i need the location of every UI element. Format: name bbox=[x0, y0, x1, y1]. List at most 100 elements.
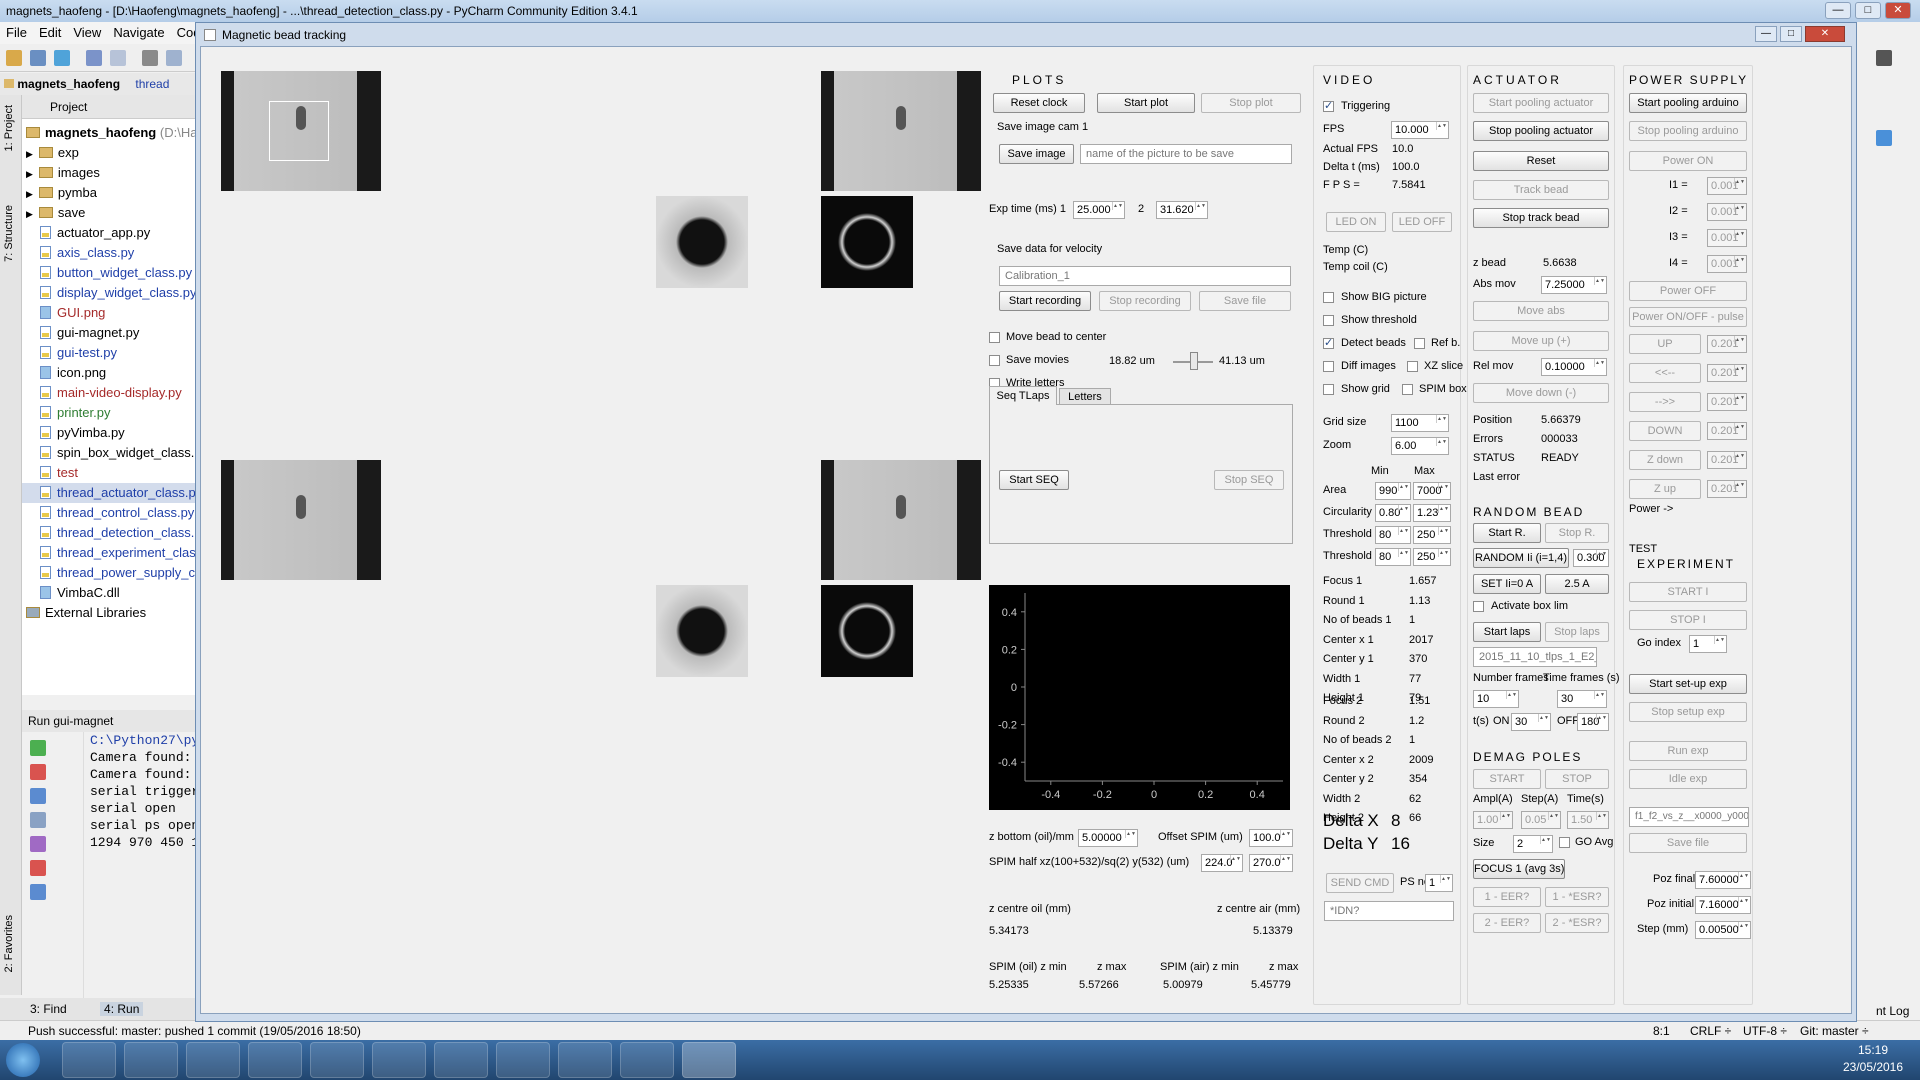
run-exp-button[interactable]: Run exp bbox=[1629, 741, 1747, 761]
move-button[interactable]: -->> bbox=[1629, 392, 1701, 412]
step-mm-spin[interactable]: 0.00500 bbox=[1695, 921, 1751, 939]
current-spin[interactable]: 0.001 bbox=[1707, 203, 1747, 221]
layout-icon[interactable] bbox=[30, 812, 46, 828]
time-frames-spin[interactable]: 30 bbox=[1557, 690, 1607, 708]
camera-1-view[interactable] bbox=[221, 71, 381, 191]
reset-clock-button[interactable]: Reset clock bbox=[993, 93, 1085, 113]
tree-file[interactable]: button_widget_class.py bbox=[40, 263, 192, 283]
detect-beads-checkbox[interactable] bbox=[1323, 336, 1334, 349]
save-movies-checkbox[interactable] bbox=[989, 355, 1000, 366]
idn-input[interactable]: *IDN? bbox=[1324, 901, 1454, 921]
go-index-spin[interactable]: 1 bbox=[1689, 635, 1727, 653]
python-app-icon[interactable] bbox=[682, 1042, 736, 1078]
tree-file[interactable]: thread_control_class.py bbox=[40, 503, 194, 523]
area-min-spin[interactable]: 990 bbox=[1375, 482, 1411, 500]
demag-start-button[interactable]: START bbox=[1473, 769, 1541, 789]
move-step-spin[interactable]: 0.201 bbox=[1707, 393, 1747, 411]
status-line-sep[interactable]: CRLF ÷ bbox=[1690, 1021, 1731, 1041]
run-config-name[interactable]: gui-magnet bbox=[53, 714, 113, 728]
abs-mov-spin[interactable]: 7.25000 bbox=[1541, 276, 1607, 294]
demag-stop-button[interactable]: STOP bbox=[1545, 769, 1609, 789]
move-button[interactable]: Z up bbox=[1629, 479, 1701, 499]
teamviewer-icon[interactable] bbox=[620, 1042, 674, 1078]
triggering-checkbox[interactable] bbox=[1323, 99, 1334, 112]
grid-size-spin[interactable]: 1100 bbox=[1391, 414, 1449, 432]
undo-icon[interactable] bbox=[86, 50, 102, 66]
circ-min-spin[interactable]: 0.80 bbox=[1375, 504, 1411, 522]
side-tab-project[interactable]: 1: Project bbox=[3, 105, 15, 151]
pause-icon[interactable] bbox=[30, 788, 46, 804]
tree-folder[interactable]: ▶ images bbox=[26, 163, 100, 183]
rerun-icon[interactable] bbox=[30, 740, 46, 756]
current-spin[interactable]: 0.001 bbox=[1707, 177, 1747, 195]
tree-external-libraries[interactable]: External Libraries bbox=[26, 603, 146, 623]
side-tab-structure[interactable]: 7: Structure bbox=[3, 205, 15, 262]
stop-track-bead-button[interactable]: Stop track bead bbox=[1473, 208, 1609, 228]
th2-max-spin[interactable]: 250 bbox=[1413, 548, 1451, 566]
start-pooling-actuator-button[interactable]: Start pooling actuator bbox=[1473, 93, 1609, 113]
spim-box-checkbox[interactable] bbox=[1402, 384, 1413, 395]
led-on-button[interactable]: LED ON bbox=[1326, 212, 1386, 232]
zoom-spin[interactable]: 6.00 bbox=[1391, 437, 1449, 455]
move-step-spin[interactable]: 0.201 bbox=[1707, 480, 1747, 498]
tree-file[interactable]: printer.py bbox=[40, 403, 110, 423]
calibration-input[interactable]: Calibration_1 bbox=[999, 266, 1291, 286]
stop-laps-button[interactable]: Stop laps bbox=[1545, 622, 1609, 642]
start-i-button[interactable]: START I bbox=[1629, 582, 1747, 602]
move-step-spin[interactable]: 0.201 bbox=[1707, 364, 1747, 382]
sync-icon[interactable] bbox=[54, 50, 70, 66]
tab-seq-tlaps[interactable]: Seq TLaps bbox=[989, 386, 1057, 405]
tree-file[interactable]: display_widget_class.py bbox=[40, 283, 196, 303]
exp-save-file-button[interactable]: Save file bbox=[1629, 833, 1747, 853]
tree-folder[interactable]: ▶ save bbox=[26, 203, 85, 223]
tree-file[interactable]: thread_experiment_class.py bbox=[40, 543, 220, 563]
menu-file[interactable]: File bbox=[6, 25, 27, 40]
ref-b-checkbox[interactable] bbox=[1414, 338, 1425, 349]
tree-file[interactable]: axis_class.py bbox=[40, 243, 134, 263]
open-folder-icon[interactable] bbox=[6, 50, 22, 66]
project-panel-title[interactable]: Project bbox=[50, 100, 87, 114]
poz-initial-spin[interactable]: 7.16000 bbox=[1695, 896, 1751, 914]
start-pooling-arduino-button[interactable]: Start pooling arduino bbox=[1629, 93, 1747, 113]
esr-1-button[interactable]: 1 - *ESR? bbox=[1545, 887, 1609, 907]
menu-edit[interactable]: Edit bbox=[39, 25, 61, 40]
help-icon[interactable] bbox=[30, 884, 46, 900]
calculator-icon[interactable] bbox=[496, 1042, 550, 1078]
chevron-right-icon[interactable]: ▶ bbox=[26, 149, 33, 159]
stop-r-button[interactable]: Stop R. bbox=[1545, 523, 1609, 543]
chevron-right-icon[interactable]: ▶ bbox=[26, 209, 33, 219]
tree-file[interactable]: icon.png bbox=[40, 363, 106, 383]
tree-file[interactable]: pyVimba.py bbox=[40, 423, 125, 443]
stop-recording-button[interactable]: Stop recording bbox=[1099, 291, 1191, 311]
exp-time-2-spin[interactable]: 31.620 bbox=[1156, 201, 1208, 219]
stop-pooling-arduino-button[interactable]: Stop pooling arduino bbox=[1629, 121, 1747, 141]
chevron-right-icon[interactable]: ▶ bbox=[26, 169, 33, 179]
off-spin[interactable]: 180 bbox=[1577, 713, 1609, 731]
chrome-icon[interactable] bbox=[310, 1042, 364, 1078]
show-big-checkbox[interactable] bbox=[1323, 292, 1334, 303]
tree-folder[interactable]: ▶ exp bbox=[26, 143, 79, 163]
app-minimize-icon[interactable]: — bbox=[1755, 26, 1777, 42]
tree-file[interactable]: GUI.png bbox=[40, 303, 105, 323]
close-run-icon[interactable] bbox=[30, 860, 46, 876]
save-file-button[interactable]: Save file bbox=[1199, 291, 1291, 311]
set-ii-zero-button[interactable]: SET Ii=0 A bbox=[1473, 574, 1541, 594]
reset-button[interactable]: Reset bbox=[1473, 151, 1609, 171]
nav-project[interactable]: magnets_haofeng bbox=[17, 77, 120, 91]
move-step-spin[interactable]: 0.201 bbox=[1707, 451, 1747, 469]
app-maximize-icon[interactable]: □ bbox=[1780, 26, 1802, 42]
move-step-spin[interactable]: 0.201 bbox=[1707, 335, 1747, 353]
stop-seq-button[interactable]: Stop SEQ bbox=[1214, 470, 1284, 490]
activate-box-checkbox[interactable] bbox=[1473, 601, 1484, 612]
esr-2-button[interactable]: 2 - *ESR? bbox=[1545, 913, 1609, 933]
move-bead-checkbox[interactable] bbox=[989, 332, 1000, 343]
status-git[interactable]: Git: master ÷ bbox=[1800, 1021, 1869, 1041]
on-spin[interactable]: 30 bbox=[1511, 713, 1551, 731]
stop-i-button[interactable]: STOP I bbox=[1629, 610, 1747, 630]
tree-file[interactable]: main-video-display.py bbox=[40, 383, 182, 403]
firefox-icon[interactable] bbox=[248, 1042, 302, 1078]
tab-letters[interactable]: Letters bbox=[1059, 388, 1111, 405]
tree-file[interactable]: actuator_app.py bbox=[40, 223, 150, 243]
go-avg-checkbox[interactable] bbox=[1559, 837, 1570, 848]
move-abs-button[interactable]: Move abs bbox=[1473, 301, 1609, 321]
